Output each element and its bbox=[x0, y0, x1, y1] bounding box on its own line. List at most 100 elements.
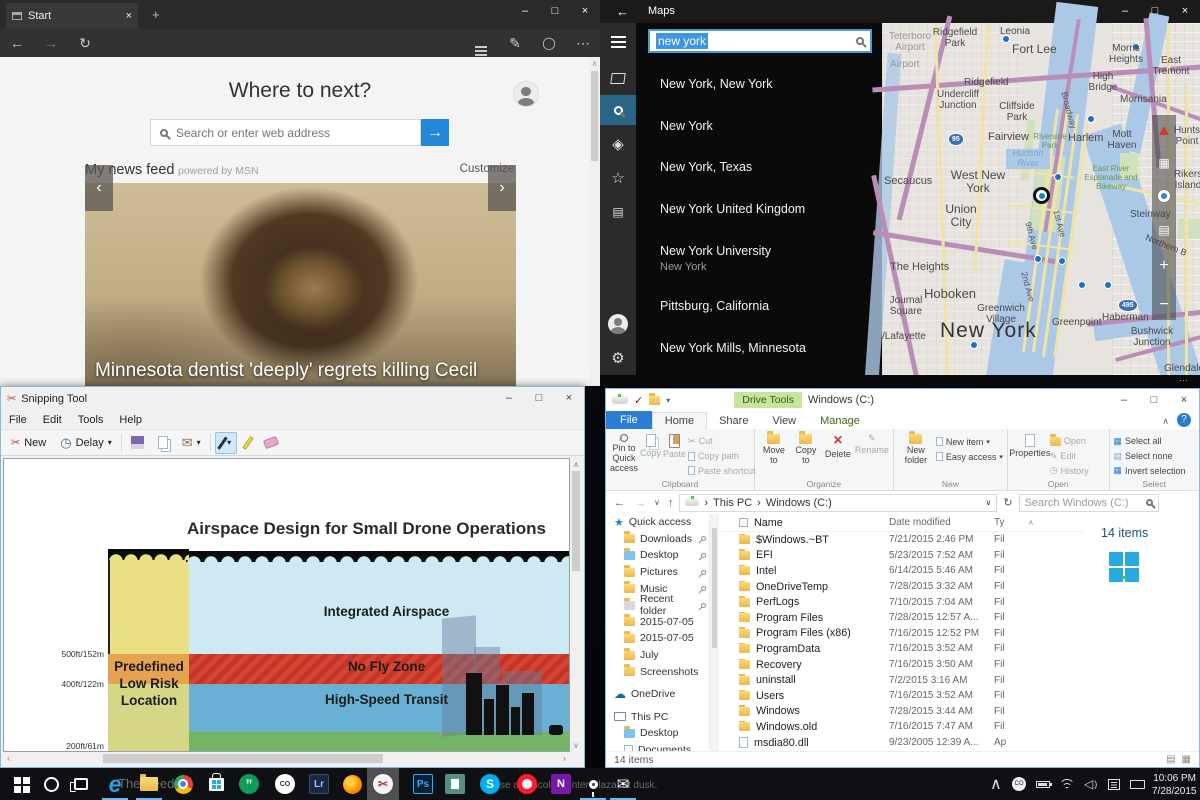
tab-home[interactable]: Home bbox=[652, 412, 707, 429]
tab-file[interactable]: File bbox=[606, 411, 652, 429]
tab-share[interactable]: Share bbox=[707, 413, 760, 429]
crumb-this-pc[interactable]: This PC bbox=[713, 497, 752, 509]
start-button[interactable] bbox=[6, 768, 36, 800]
explorer-search-box[interactable]: Search Windows (C:) bbox=[1019, 494, 1159, 512]
edit-button[interactable]: ✎Edit bbox=[1050, 449, 1089, 464]
search-input[interactable] bbox=[176, 126, 396, 140]
email-button[interactable]: ✉▾ bbox=[177, 432, 206, 454]
carousel-next-icon[interactable]: › bbox=[488, 165, 516, 211]
taskbar-skype-icon[interactable]: S bbox=[475, 768, 505, 800]
new-button[interactable]: ✂New bbox=[6, 433, 51, 452]
maps-search-box[interactable]: new york bbox=[648, 29, 872, 53]
avatar[interactable] bbox=[513, 81, 539, 107]
result-item[interactable]: New York, Texas bbox=[660, 160, 752, 174]
nav-folder[interactable]: 2015-07-05 bbox=[606, 614, 709, 631]
taskbar-document-app-icon[interactable] bbox=[440, 768, 470, 800]
pen-button[interactable]: ▾ bbox=[215, 432, 238, 454]
file-row[interactable]: Intel6/14/2015 5:46 AMFil bbox=[719, 563, 1085, 579]
taskbar-snipping-icon[interactable]: ✂ bbox=[367, 768, 399, 800]
share-icon[interactable]: ◯ bbox=[532, 36, 566, 50]
more-icon[interactable]: ⋯ bbox=[566, 35, 600, 52]
menu-file[interactable]: File bbox=[9, 414, 27, 426]
zoom-in-icon[interactable]: + bbox=[1159, 257, 1168, 275]
result-item[interactable]: New York UniversityNew York bbox=[660, 244, 771, 273]
qat-folder-icon[interactable] bbox=[649, 396, 660, 405]
file-row[interactable]: OneDriveTemp7/28/2015 3:32 AMFil bbox=[719, 579, 1085, 595]
scroll-up-icon[interactable]: ∧ bbox=[589, 57, 600, 68]
ribbon-collapse-icon[interactable]: ∧ bbox=[1154, 414, 1177, 429]
search-box[interactable] bbox=[150, 119, 421, 146]
back-icon[interactable]: ← bbox=[616, 4, 629, 19]
file-row[interactable]: uninstall7/2/2015 3:16 AMFil bbox=[719, 672, 1085, 688]
nav-onedrive[interactable]: ☁OneDrive bbox=[606, 686, 709, 703]
favorites-icon[interactable]: ☆ bbox=[600, 163, 636, 193]
crumb-drive[interactable]: Windows (C:) bbox=[766, 497, 832, 509]
minimize-icon[interactable]: – bbox=[1109, 389, 1139, 411]
compass-icon[interactable] bbox=[1159, 121, 1169, 135]
nav-quick-access[interactable]: ★Quick access bbox=[606, 514, 709, 531]
help-icon[interactable]: ? bbox=[1177, 413, 1191, 427]
directions-icon[interactable]: ◈ bbox=[600, 129, 636, 159]
file-row[interactable]: $Windows.~BT7/21/2015 2:46 PMFil bbox=[719, 532, 1085, 548]
nav-downloads[interactable]: Downloads bbox=[606, 531, 709, 548]
minimize-icon[interactable]: – bbox=[494, 387, 524, 409]
taskbar-onenote-icon[interactable]: N bbox=[546, 768, 576, 800]
tray-keyboard-icon[interactable] bbox=[1130, 768, 1145, 800]
close-icon[interactable]: × bbox=[1169, 389, 1199, 411]
result-item[interactable]: Pittsburg, California bbox=[660, 299, 769, 313]
new-folder-button[interactable]: New folder bbox=[898, 432, 934, 478]
tab-view[interactable]: View bbox=[760, 413, 808, 429]
task-view-button[interactable] bbox=[66, 768, 96, 800]
forward-icon[interactable]: → bbox=[34, 35, 68, 51]
nav-pictures[interactable]: Pictures bbox=[606, 564, 709, 581]
select-none-button[interactable]: ▤Select none bbox=[1113, 449, 1185, 464]
nav-this-pc[interactable]: This PC bbox=[606, 709, 709, 726]
edge-tab-start[interactable]: Start × bbox=[6, 3, 138, 29]
file-row[interactable]: Windows7/28/2015 3:44 AMFil bbox=[719, 704, 1085, 720]
history-button[interactable]: ◷History bbox=[1050, 463, 1089, 478]
paste-shortcut-button[interactable]: Paste shortcut bbox=[688, 463, 756, 478]
delay-button[interactable]: ◷Delay▾ bbox=[55, 432, 116, 454]
nav-folder[interactable]: July bbox=[606, 647, 709, 664]
file-row[interactable]: Program Files7/28/2015 12:57 A...Fil bbox=[719, 610, 1085, 626]
file-row[interactable]: msdia80.dll9/23/2005 12:39 A...Ap bbox=[719, 735, 1085, 751]
news-card[interactable]: Minnesota dentist 'deeply' regrets killi… bbox=[85, 183, 516, 386]
taskbar-opera-icon[interactable] bbox=[512, 768, 542, 800]
copy-button[interactable]: Copy bbox=[640, 432, 661, 478]
result-item[interactable]: New York, New York bbox=[660, 77, 773, 91]
map-location-marker[interactable] bbox=[1033, 187, 1050, 204]
file-row[interactable]: Windows.old7/16/2015 7:47 AMFil bbox=[719, 719, 1085, 735]
scroll-thumb[interactable] bbox=[572, 471, 580, 571]
taskbar-photoshop-icon[interactable]: Ps bbox=[408, 768, 438, 800]
file-row[interactable]: PerfLogs7/10/2015 7:04 AMFil bbox=[719, 594, 1085, 610]
result-item[interactable]: New York United Kingdom bbox=[660, 202, 805, 216]
address-dropdown-icon[interactable]: ∨ bbox=[986, 498, 992, 507]
minimize-icon[interactable]: – bbox=[510, 0, 540, 22]
nav-documents[interactable]: Documents bbox=[606, 742, 709, 751]
menu-icon[interactable] bbox=[600, 27, 636, 57]
copy-to-button[interactable]: Copy to bbox=[791, 432, 821, 478]
close-icon[interactable]: × bbox=[570, 0, 600, 22]
web-note-icon[interactable]: ✎ bbox=[498, 35, 532, 52]
edge-scrollbar[interactable]: ∧ bbox=[589, 57, 600, 386]
cortana-button[interactable] bbox=[36, 768, 66, 800]
scroll-thumb[interactable] bbox=[103, 754, 383, 763]
maximize-icon[interactable]: □ bbox=[540, 0, 570, 22]
nav-folder[interactable]: 2015-07-05 bbox=[606, 630, 709, 647]
taskbar-hangouts-icon[interactable]: ” bbox=[234, 768, 264, 800]
taskbar-edge-icon[interactable]: e bbox=[100, 768, 130, 800]
search-tab-icon[interactable] bbox=[600, 95, 636, 125]
new-item-button[interactable]: New item▾ bbox=[936, 434, 1003, 449]
select-all-button[interactable]: ▦Select all bbox=[1113, 434, 1185, 449]
maps-more-icon[interactable]: ⋯ bbox=[1179, 375, 1188, 385]
tilt-icon[interactable]: ▦ bbox=[1158, 156, 1169, 170]
account-avatar[interactable] bbox=[600, 309, 636, 339]
up-icon[interactable]: ↑ bbox=[664, 497, 678, 509]
breadcrumb[interactable]: › This PC › Windows (C:) ∨ bbox=[679, 494, 997, 512]
menu-help[interactable]: Help bbox=[119, 414, 142, 426]
taskbar-firefox-icon[interactable] bbox=[337, 768, 367, 800]
nav-desktop2[interactable]: Desktop bbox=[606, 725, 709, 742]
carousel-prev-icon[interactable]: ‹ bbox=[85, 165, 113, 211]
layers-icon[interactable]: ▤ bbox=[1158, 223, 1169, 237]
map-canvas[interactable]: 95 495 Teterboro Airport Airport Ridgefi… bbox=[882, 23, 1200, 375]
